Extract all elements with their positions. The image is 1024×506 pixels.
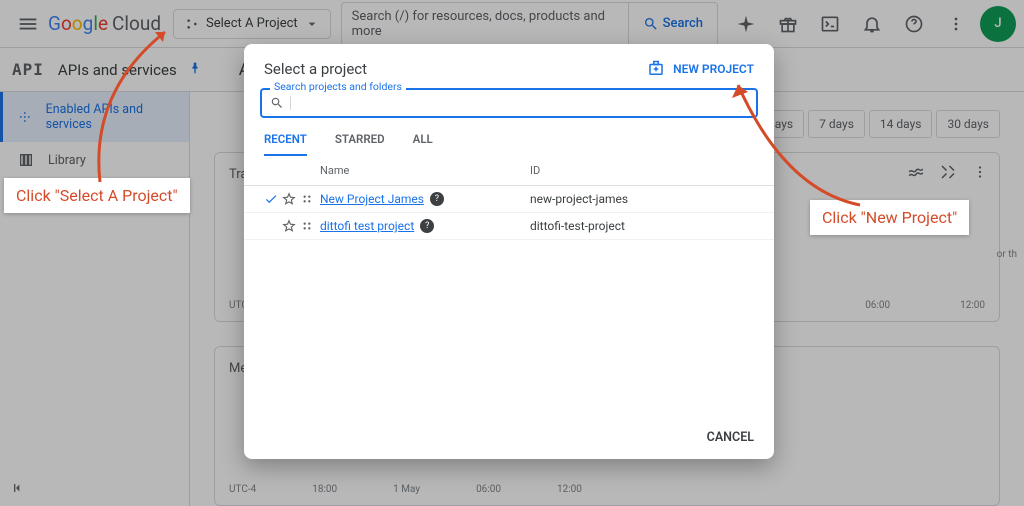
table-row[interactable]: New Project James? new-project-james: [244, 186, 774, 213]
project-icon: [300, 219, 314, 233]
modal-title: Select a project: [264, 60, 367, 78]
new-project-button[interactable]: NEW PROJECT: [647, 60, 754, 78]
col-name: Name: [320, 164, 530, 177]
table-header: Name ID: [244, 156, 774, 186]
annotation-new-project: Click "New Project": [810, 200, 969, 235]
project-name-link[interactable]: New Project James: [320, 192, 424, 206]
table-row[interactable]: dittofi test project? dittofi-test-proje…: [244, 213, 774, 240]
help-icon[interactable]: ?: [430, 192, 444, 206]
tab-starred[interactable]: STARRED: [335, 132, 385, 156]
project-icon: [300, 192, 314, 206]
project-id: dittofi-test-project: [530, 219, 754, 233]
project-name-link[interactable]: dittofi test project: [320, 219, 414, 233]
cancel-button[interactable]: CANCEL: [707, 430, 754, 445]
col-id: ID: [530, 164, 754, 177]
check-icon: [264, 192, 278, 206]
annotation-select-project: Click "Select A Project": [4, 178, 190, 213]
project-id: new-project-james: [530, 192, 754, 206]
tab-recent[interactable]: RECENT: [264, 132, 307, 156]
star-icon[interactable]: [282, 192, 296, 206]
new-project-icon: [647, 60, 665, 78]
tab-all[interactable]: ALL: [413, 132, 433, 156]
star-icon[interactable]: [282, 219, 296, 233]
search-legend: Search projects and folders: [270, 80, 406, 93]
modal-tabs: RECENT STARRED ALL: [244, 118, 774, 156]
select-project-modal: Select a project NEW PROJECT Search proj…: [244, 44, 774, 459]
search-icon: [270, 96, 284, 110]
help-icon[interactable]: ?: [420, 219, 434, 233]
